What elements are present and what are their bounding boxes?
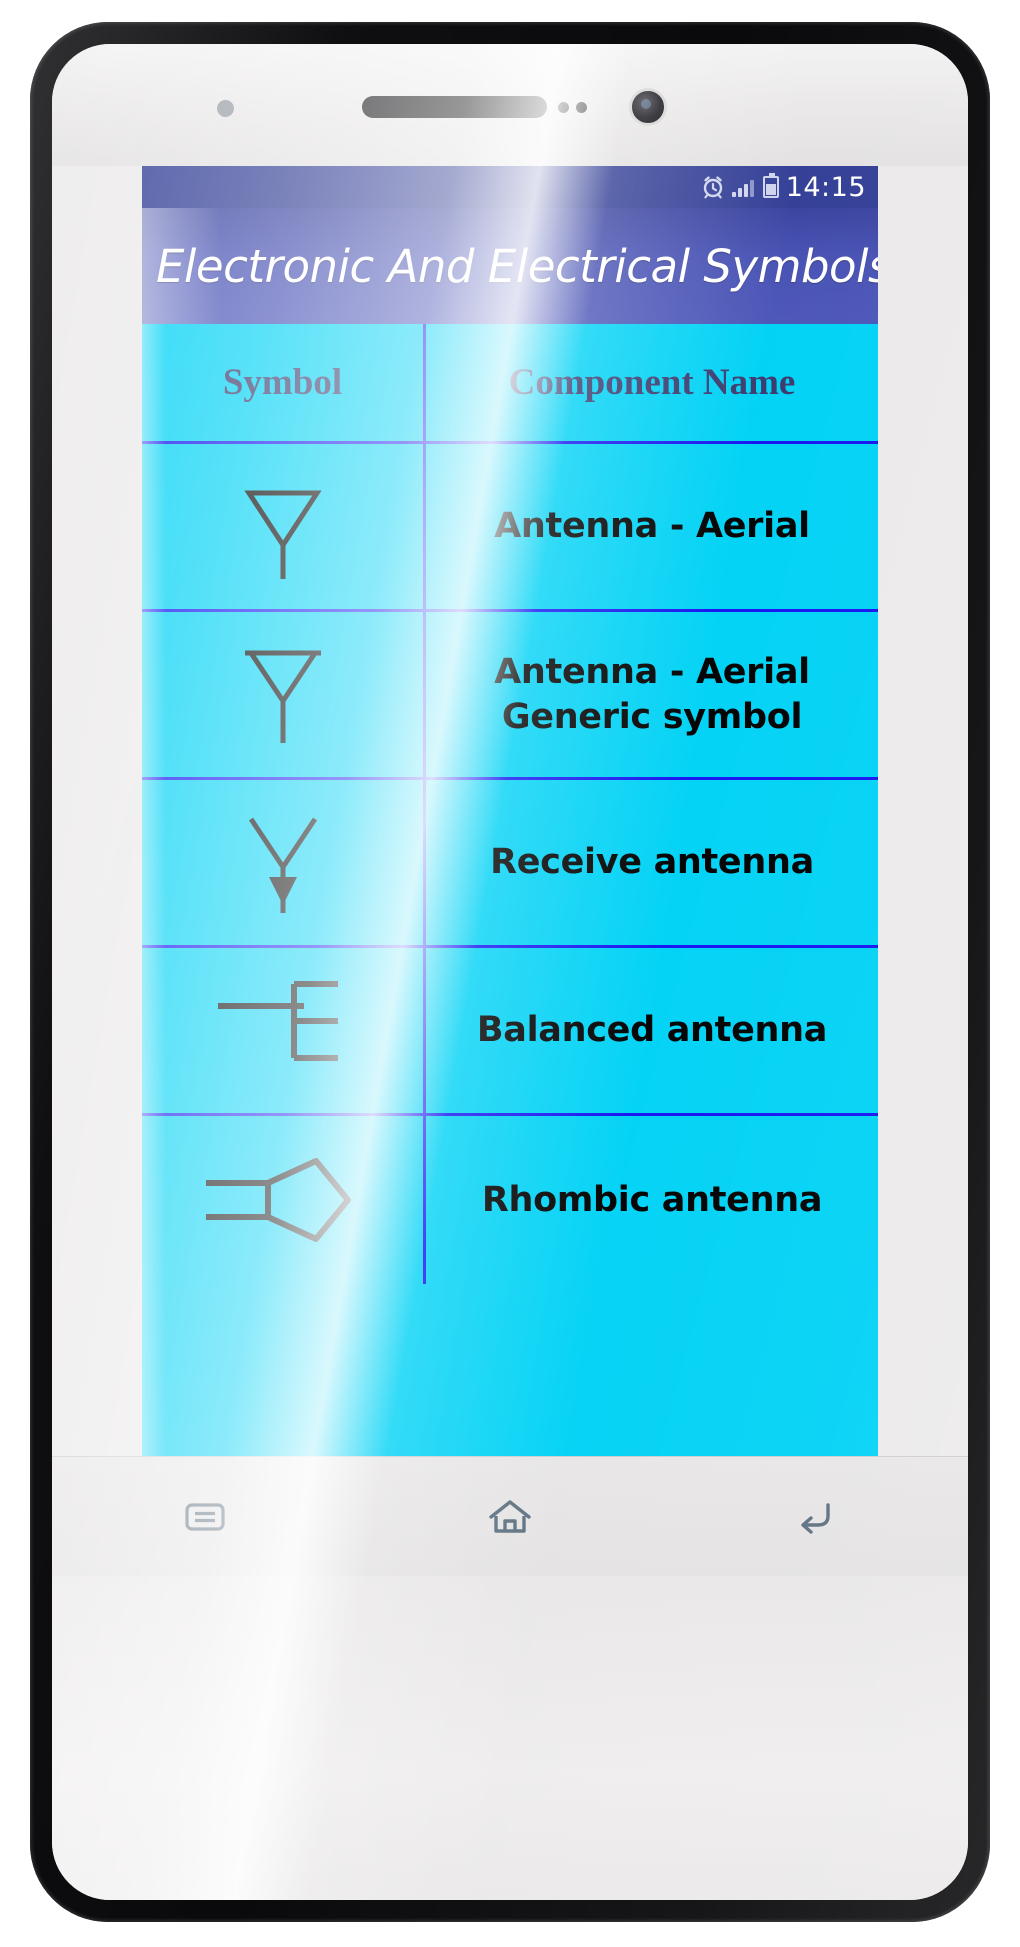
component-name-label: Rhombic antenna <box>481 1179 823 1220</box>
sensor-dot-a-icon <box>558 102 569 113</box>
component-name-label: Receive antenna <box>490 842 814 883</box>
symbol-cell <box>142 1116 426 1284</box>
device-bottom-bezel <box>52 1576 968 1900</box>
sensor-dot-b-icon <box>576 102 587 113</box>
recents-menu-icon <box>185 1502 225 1531</box>
phone-device-frame: 14:15 Electronic And Electrical Symbols … <box>30 22 990 1922</box>
proximity-sensor-dot-icon <box>217 100 234 117</box>
rhombic-antenna-symbol-icon <box>205 1158 351 1242</box>
antenna-aerial-symbol-icon <box>243 490 322 579</box>
table-row[interactable]: Receive antenna <box>142 780 878 948</box>
app-title: Electronic And Electrical Symbols <box>156 239 878 293</box>
table-row[interactable]: Antenna - Aerial <box>142 444 878 612</box>
status-bar-clock: 14:15 <box>785 171 866 203</box>
component-name-cell: Antenna - Aerial <box>426 444 878 609</box>
recents-button[interactable] <box>145 1497 265 1537</box>
table-row[interactable]: Antenna - Aerial Generic symbol <box>142 612 878 780</box>
phone-body: 14:15 Electronic And Electrical Symbols … <box>52 44 968 1900</box>
table-header-row: Symbol Component Name <box>142 324 878 444</box>
device-top-bezel <box>52 44 968 166</box>
component-name-line-2: Generic symbol <box>501 696 803 737</box>
phone-screen: 14:15 Electronic And Electrical Symbols … <box>142 166 878 1456</box>
app-title-bar: Electronic And Electrical Symbols <box>142 208 878 324</box>
symbol-cell <box>142 444 426 609</box>
component-name-label: Balanced antenna <box>476 1010 828 1051</box>
home-icon <box>489 1499 531 1533</box>
header-cell-component-name: Component Name <box>508 362 796 403</box>
component-name-cell: Antenna - Aerial Generic symbol <box>426 612 878 777</box>
balanced-antenna-symbol-icon <box>217 980 338 1061</box>
antenna-aerial-generic-symbol-icon <box>244 650 321 743</box>
table-row[interactable]: Balanced antenna <box>142 948 878 1116</box>
symbols-table: Symbol Component Name Antenna - Aerial A… <box>142 324 878 1456</box>
component-name-label: Antenna - Aerial Generic symbol <box>494 650 810 740</box>
earpiece-speaker-icon <box>362 96 547 118</box>
status-bar: 14:15 <box>142 166 878 208</box>
component-name-line-1: Antenna - Aerial <box>494 651 810 692</box>
alarm-clock-icon <box>701 175 725 199</box>
home-button[interactable] <box>450 1495 570 1539</box>
back-button[interactable] <box>755 1496 875 1538</box>
component-name-cell: Receive antenna <box>426 780 878 945</box>
header-cell-symbol: Symbol <box>142 324 426 441</box>
table-row[interactable]: Rhombic antenna <box>142 1116 878 1284</box>
receive-antenna-symbol-icon <box>248 817 317 913</box>
front-camera-icon <box>629 88 667 126</box>
component-name-label: Antenna - Aerial <box>494 506 810 547</box>
symbol-cell <box>142 780 426 945</box>
symbol-cell <box>142 948 426 1113</box>
component-name-cell: Balanced antenna <box>426 948 878 1113</box>
android-navigation-bar <box>52 1456 968 1576</box>
battery-icon <box>762 173 779 198</box>
component-name-cell: Rhombic antenna <box>426 1116 878 1284</box>
back-arrow-icon <box>801 1502 831 1534</box>
symbol-cell <box>142 612 426 777</box>
cellular-signal-icon <box>731 177 756 197</box>
